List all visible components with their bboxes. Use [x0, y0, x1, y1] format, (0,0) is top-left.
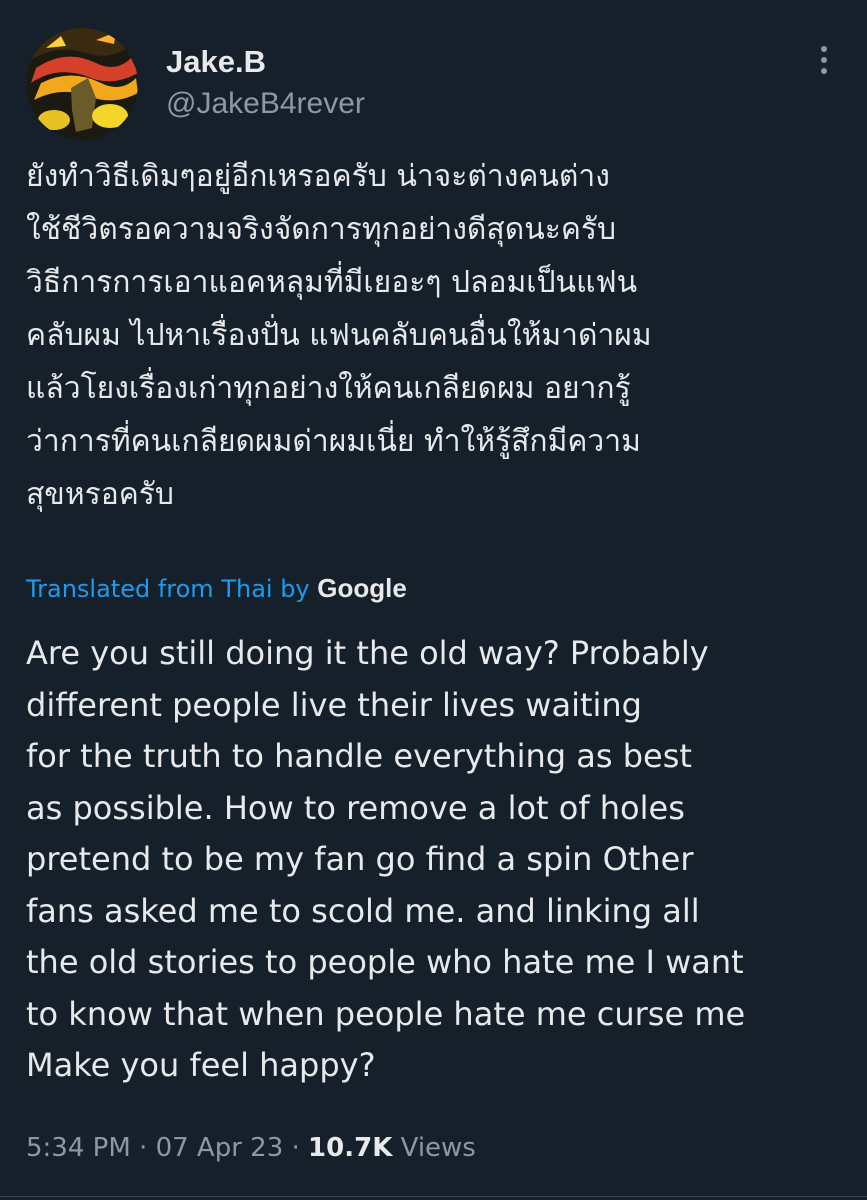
google-logo: Google: [317, 573, 407, 603]
user-avatar[interactable]: [26, 28, 138, 140]
translation-attribution[interactable]: Translated from Thai by Google: [26, 570, 407, 607]
more-options-button[interactable]: [812, 44, 842, 74]
avatar-image: [26, 28, 138, 140]
translation-label[interactable]: Translated from Thai by: [26, 575, 310, 603]
tweet-translated-text: Are you still doing it the old way? Prob…: [26, 634, 746, 1084]
tweet-time[interactable]: 5:34 PM: [26, 1133, 131, 1163]
meta-separator: ·: [291, 1133, 300, 1163]
author-handle[interactable]: @JakeB4rever: [166, 86, 365, 122]
tweet-original-text: ยังทำวิธีเดิมๆอยู่อีกเหรอครับ น่าจะต่างค…: [26, 159, 652, 512]
tweet-meta: 5:34 PM · 07 Apr 23 · 10.7K Views: [26, 1128, 476, 1168]
tweet-date[interactable]: 07 Apr 23: [156, 1133, 284, 1163]
views-count[interactable]: 10.7K: [308, 1133, 392, 1163]
divider: [0, 1196, 867, 1197]
more-dots-icon: [821, 46, 827, 74]
author-display-name[interactable]: Jake.B: [166, 44, 365, 80]
views-label[interactable]: Views: [401, 1133, 476, 1163]
meta-separator: ·: [139, 1133, 148, 1163]
